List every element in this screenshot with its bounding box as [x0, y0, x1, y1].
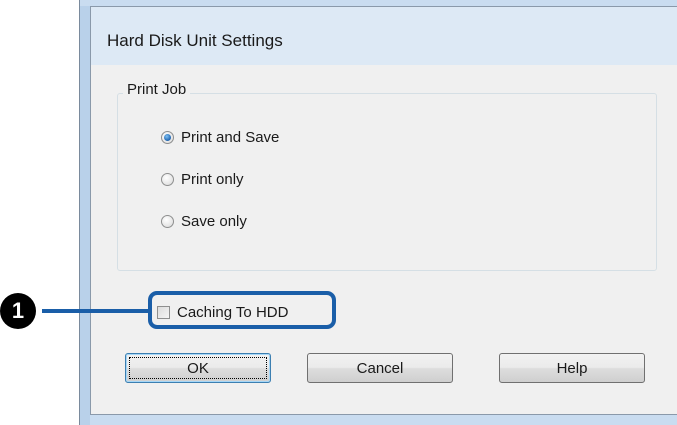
print-job-group-label: Print Job — [123, 81, 191, 98]
radio-label: Save only — [181, 212, 247, 230]
radio-print-only[interactable]: Print only — [161, 168, 244, 190]
cancel-button[interactable]: Cancel — [307, 353, 453, 383]
cancel-button-label: Cancel — [356, 359, 404, 377]
ok-button-label: OK — [187, 359, 209, 377]
window-bottom-strip — [90, 415, 677, 425]
dialog-title: Hard Disk Unit Settings — [107, 31, 283, 50]
radio-print-and-save[interactable]: Print and Save — [161, 126, 279, 148]
radio-label: Print and Save — [181, 128, 280, 146]
radio-label: Print only — [181, 170, 244, 188]
ok-button[interactable]: OK — [125, 353, 271, 383]
title-bar[interactable]: Hard Disk Unit Settings — [91, 7, 677, 66]
callout-leader-line — [42, 309, 148, 313]
radio-button[interactable] — [161, 214, 174, 228]
help-button[interactable]: Help — [499, 353, 645, 383]
hard-disk-unit-settings-dialog: Hard Disk Unit Settings Print Job Print … — [90, 6, 677, 415]
callout-number-badge: 1 — [0, 293, 36, 329]
radio-save-only[interactable]: Save only — [161, 210, 247, 232]
dialog-client-area: Print Job Print and Save Print only Save… — [91, 65, 677, 414]
radio-button[interactable] — [161, 172, 174, 186]
callout-number: 1 — [11, 298, 25, 323]
radio-button-selected[interactable] — [161, 130, 174, 144]
help-button-label: Help — [556, 359, 588, 377]
callout-highlight-frame — [148, 291, 336, 329]
